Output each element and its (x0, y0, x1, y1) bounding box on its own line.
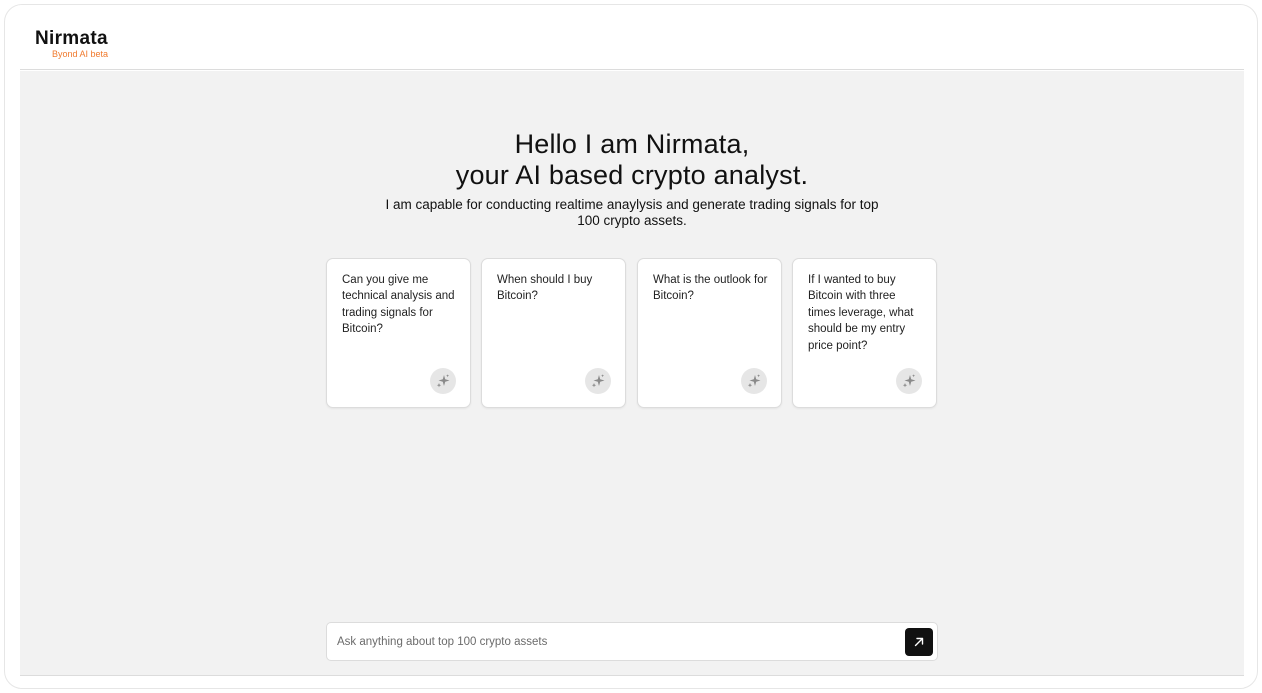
sparkle-icon (585, 368, 611, 394)
hero-title: Hello I am Nirmata, your AI based crypto… (20, 129, 1244, 191)
suggestion-card-4[interactable]: If I wanted to buy Bitcoin with three ti… (792, 258, 937, 408)
suggestion-cards: Can you give me technical analysis and t… (326, 258, 938, 408)
suggestion-text: When should I buy Bitcoin? (497, 274, 593, 303)
app-window: Nirmata Byond AI beta Hello I am Nirmata… (4, 4, 1258, 689)
suggestion-card-2[interactable]: When should I buy Bitcoin? (481, 258, 626, 408)
hero-title-line-1: Hello I am Nirmata, (514, 129, 750, 159)
sparkle-icon (430, 368, 456, 394)
send-button[interactable] (905, 628, 933, 656)
suggestion-card-3[interactable]: What is the outlook for Bitcoin? (637, 258, 782, 408)
hero-title-line-2: your AI based crypto analyst. (455, 160, 809, 190)
sparkle-icon (896, 368, 922, 394)
suggestion-card-1[interactable]: Can you give me technical analysis and t… (326, 258, 471, 408)
suggestion-text: If I wanted to buy Bitcoin with three ti… (808, 274, 914, 352)
suggestion-text: What is the outlook for Bitcoin? (653, 274, 768, 303)
sparkle-icon (741, 368, 767, 394)
header: Nirmata Byond AI beta (20, 5, 1244, 70)
main-area: Hello I am Nirmata, your AI based crypto… (20, 71, 1244, 675)
footer (20, 675, 1244, 688)
logo-tagline: Byond AI beta (52, 49, 109, 59)
suggestion-text: Can you give me technical analysis and t… (342, 274, 455, 336)
chat-input-box (326, 622, 938, 661)
hero: Hello I am Nirmata, your AI based crypto… (20, 129, 1244, 228)
chat-input[interactable] (337, 623, 897, 660)
logo-name: Nirmata (35, 28, 108, 49)
arrow-up-right-icon (913, 636, 925, 648)
logo[interactable]: Nirmata Byond AI beta (35, 29, 108, 60)
hero-subtitle: I am capable for conducting realtime ana… (385, 197, 879, 228)
